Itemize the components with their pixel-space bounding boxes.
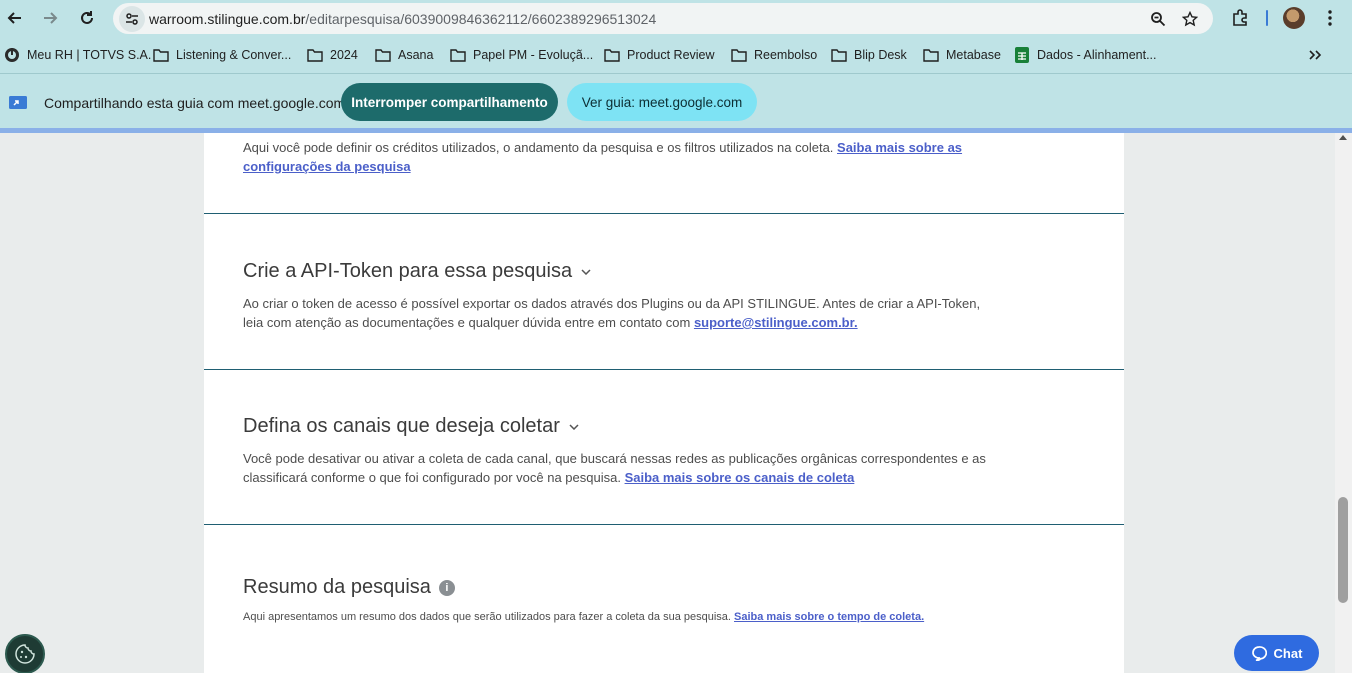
bookmark-folder[interactable]: Asana <box>375 46 433 64</box>
bookmark-item[interactable]: Dados - Alinhament... <box>1014 46 1157 64</box>
support-email-link[interactable]: suporte@stilingue.com.br. <box>694 315 858 330</box>
bookmark-folder[interactable]: Product Review <box>604 46 715 64</box>
address-bar[interactable]: warroom.stilingue.com.br/editarpesquisa/… <box>113 3 1213 34</box>
bookmark-label: Dados - Alinhament... <box>1037 48 1157 62</box>
summary-heading: Resumo da pesquisa i <box>243 576 455 599</box>
channels-title: Defina os canais que deseja coletar <box>243 415 560 437</box>
summary-paragraph: Aqui apresentamos um resumo dos dados qu… <box>243 611 924 623</box>
settings-card: Aqui você pode definir os créditos utili… <box>204 133 1124 673</box>
bookmark-folder[interactable]: Papel PM - Evoluçã... <box>450 46 593 64</box>
bookmark-label: Meu RH | TOTVS S.A. <box>27 48 152 62</box>
bookmark-label: Asana <box>398 48 434 62</box>
collection-time-link[interactable]: Saiba mais sobre o tempo de coleta. <box>734 611 924 623</box>
stop-sharing-button[interactable]: Interromper compartilhamento <box>341 83 558 121</box>
folder-icon <box>153 47 169 63</box>
toolbar-separator <box>1266 10 1268 26</box>
section-divider <box>204 213 1124 214</box>
reload-icon[interactable] <box>75 6 99 30</box>
url-path: /editarpesquisa/6039009846362112/6602389… <box>305 11 657 27</box>
folder-icon <box>375 47 391 63</box>
scroll-up-arrow-icon[interactable] <box>1339 135 1347 140</box>
chat-button[interactable]: Chat <box>1234 635 1319 671</box>
url-host: warroom.stilingue.com.br <box>149 11 306 27</box>
intro-text: Aqui você pode definir os créditos utili… <box>243 140 838 155</box>
bookmark-star-icon[interactable] <box>1180 9 1200 29</box>
folder-icon <box>831 47 847 63</box>
api-token-text: Ao criar o token de acesso é possível ex… <box>243 296 981 330</box>
bookmark-folder[interactable]: Metabase <box>923 46 1001 64</box>
totvs-icon <box>4 47 20 63</box>
summary-text: Aqui apresentamos um resumo dos dados qu… <box>243 611 735 623</box>
section-divider <box>204 369 1124 370</box>
channels-heading[interactable]: Defina os canais que deseja coletar <box>243 415 580 438</box>
menu-kebab-icon[interactable] <box>1318 6 1342 30</box>
chevron-down-icon[interactable] <box>580 266 592 278</box>
bookmark-label: Product Review <box>627 48 715 62</box>
tab-sharing-bar: Compartilhando esta guia com meet.google… <box>0 74 1352 130</box>
bookmark-folder[interactable]: 2024 <box>307 46 358 64</box>
info-icon[interactable]: i <box>438 579 455 596</box>
channels-help-link[interactable]: Saiba mais sobre os canais de coleta <box>625 470 855 485</box>
bookmark-label: Papel PM - Evoluçã... <box>473 48 594 62</box>
bookmark-item[interactable]: Meu RH | TOTVS S.A. <box>4 46 151 64</box>
bookmark-label: Listening & Conver... <box>176 48 292 62</box>
screen-share-icon <box>8 95 28 111</box>
back-icon[interactable] <box>3 6 27 30</box>
sheets-icon <box>1014 47 1030 63</box>
folder-icon <box>731 47 747 63</box>
api-token-title: Crie a API-Token para essa pesquisa <box>243 260 573 282</box>
chat-bubble-icon <box>1251 646 1267 661</box>
chevron-down-icon[interactable] <box>568 421 580 433</box>
channels-text: Você pode desativar ou ativar a coleta d… <box>243 451 986 485</box>
view-tab-button[interactable]: Ver guia: meet.google.com <box>567 83 757 121</box>
chat-label: Chat <box>1273 645 1303 661</box>
site-info-icon[interactable] <box>119 6 145 32</box>
bookmark-label: Metabase <box>946 48 1001 62</box>
bookmark-label: Blip Desk <box>854 48 907 62</box>
api-token-heading[interactable]: Crie a API-Token para essa pesquisa <box>243 260 592 283</box>
page-scrollbar[interactable] <box>1335 133 1352 673</box>
bookmarks-bar: Meu RH | TOTVS S.A. Listening & Conver..… <box>0 36 1352 74</box>
forward-icon[interactable] <box>38 6 62 30</box>
intro-paragraph: Aqui você pode definir os créditos utili… <box>243 138 1003 176</box>
bookmark-label: Reembolso <box>754 48 818 62</box>
extensions-icon[interactable] <box>1228 6 1252 30</box>
browser-toolbar: warroom.stilingue.com.br/editarpesquisa/… <box>0 0 1352 36</box>
folder-icon <box>307 47 323 63</box>
folder-icon <box>604 47 620 63</box>
folder-icon <box>923 47 939 63</box>
bookmark-label: 2024 <box>330 48 358 62</box>
channels-paragraph: Você pode desativar ou ativar a coleta d… <box>243 449 1003 487</box>
bookmark-folder[interactable]: Listening & Conver... <box>153 46 291 64</box>
page-viewport: Aqui você pode definir os créditos utili… <box>0 133 1352 673</box>
zoom-icon[interactable] <box>1148 9 1168 29</box>
scrollbar-thumb[interactable] <box>1338 497 1348 603</box>
api-token-paragraph: Ao criar o token de acesso é possível ex… <box>243 294 1003 332</box>
sharing-status-text: Compartilhando esta guia com meet.google… <box>44 95 346 111</box>
summary-title: Resumo da pesquisa <box>243 576 431 598</box>
profile-avatar[interactable] <box>1283 7 1305 29</box>
bookmark-folder[interactable]: Reembolso <box>731 46 817 64</box>
folder-icon <box>450 47 466 63</box>
url-text: warroom.stilingue.com.br/editarpesquisa/… <box>149 11 656 27</box>
cookie-settings-icon[interactable] <box>5 634 45 673</box>
more-bookmarks-icon[interactable] <box>1308 46 1322 64</box>
section-divider <box>204 524 1124 525</box>
bookmark-folder[interactable]: Blip Desk <box>831 46 907 64</box>
